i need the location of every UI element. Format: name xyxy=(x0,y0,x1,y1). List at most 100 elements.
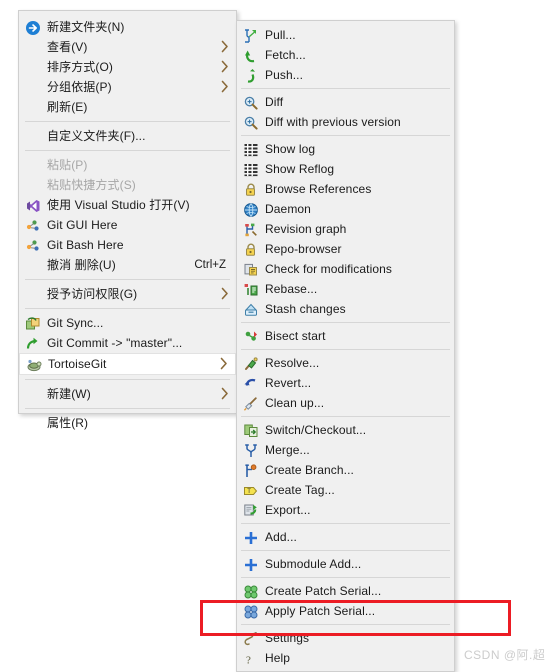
menu-item-rebase[interactable]: Rebase... xyxy=(237,279,454,299)
menu-item-create-tag[interactable]: T Create Tag... xyxy=(237,480,454,500)
menu-item-label: 自定义文件夹(F)... xyxy=(47,129,146,143)
menu-item-stash-changes[interactable]: Stash changes xyxy=(237,299,454,319)
menu-item-help[interactable]: ? Help xyxy=(237,648,454,668)
patch-green-icon xyxy=(241,583,261,599)
menu-item-repo-browser[interactable]: Repo-browser xyxy=(237,239,454,259)
menu-item-refresh[interactable]: 刷新(E) xyxy=(19,97,236,117)
menu-item-create-patch-serial[interactable]: Create Patch Serial... xyxy=(237,581,454,601)
menu-item-paste-shortcut: 粘贴快捷方式(S) xyxy=(19,175,236,195)
menu-item-group-by[interactable]: 分组依据(P) xyxy=(19,77,236,97)
help-icon: ? xyxy=(241,650,261,667)
no-icon xyxy=(23,415,43,431)
menu-item-settings[interactable]: Settings xyxy=(237,628,454,648)
menu-item-revision-graph[interactable]: Revision graph xyxy=(237,219,454,239)
menu-item-export[interactable]: Export... xyxy=(237,500,454,520)
menu-item-label: Revert... xyxy=(265,376,312,390)
menu-item-push[interactable]: Push... xyxy=(237,65,454,85)
menu-separator xyxy=(241,349,450,350)
menu-item-label: Stash changes xyxy=(265,302,346,316)
menu-item-label: Repo-browser xyxy=(265,242,342,256)
menu-item-label: 属性(R) xyxy=(47,416,89,430)
menu-item-label: Diff with previous version xyxy=(265,115,401,129)
svg-text:T: T xyxy=(247,489,251,495)
no-icon xyxy=(23,128,43,144)
menu-item-revert[interactable]: Revert... xyxy=(237,373,454,393)
menu-item-label: Revision graph xyxy=(265,222,347,236)
menu-item-open-with-vs[interactable]: 使用 Visual Studio 打开(V) xyxy=(19,195,236,215)
menu-item-label: Fetch... xyxy=(265,48,306,62)
menu-item-apply-patch-serial[interactable]: Apply Patch Serial... xyxy=(237,601,454,621)
menu-item-git-gui-here[interactable]: Git GUI Here xyxy=(19,215,236,235)
visual-studio-icon xyxy=(23,197,43,213)
menu-item-label: 排序方式(O) xyxy=(47,60,114,74)
menu-item-sort-by[interactable]: 排序方式(O) xyxy=(19,57,236,77)
menu-item-git-commit[interactable]: Git Commit -> "master"... xyxy=(19,333,236,353)
menu-item-undo-delete[interactable]: 撤消 删除(U) Ctrl+Z xyxy=(19,255,236,275)
menu-item-switch-checkout[interactable]: Switch/Checkout... xyxy=(237,420,454,440)
git-commit-icon xyxy=(23,335,43,351)
menu-item-properties[interactable]: 属性(R) xyxy=(19,413,236,433)
git-icon xyxy=(23,237,43,253)
menu-item-merge[interactable]: Merge... xyxy=(237,440,454,460)
menu-separator xyxy=(241,550,450,551)
menu-item-git-bash-here[interactable]: Git Bash Here xyxy=(19,235,236,255)
menu-item-clean-up[interactable]: Clean up... xyxy=(237,393,454,413)
menu-item-label: Clean up... xyxy=(265,396,325,410)
menu-item-label: About xyxy=(265,668,297,672)
menu-item-add[interactable]: Add... xyxy=(237,527,454,547)
menu-item-label: Diff xyxy=(265,95,284,109)
menu-item-fetch[interactable]: Fetch... xyxy=(237,45,454,65)
menu-item-view[interactable]: 查看(V) xyxy=(19,37,236,57)
menu-item-label: 授予访问权限(G) xyxy=(47,287,138,301)
menu-item-label: 查看(V) xyxy=(47,40,88,54)
no-icon xyxy=(23,177,43,193)
menu-item-label: Git Sync... xyxy=(47,316,104,330)
menu-item-grant-access[interactable]: 授予访问权限(G) xyxy=(19,284,236,304)
menu-item-label: Show log xyxy=(265,142,316,156)
folder-context-menu[interactable]: 新建文件夹(N) 查看(V) 排序方式(O) 分组依据(P) 刷新(E) 自定义文件夹(F… xyxy=(18,10,237,430)
globe-icon xyxy=(241,201,261,217)
menu-item-daemon[interactable]: Daemon xyxy=(237,199,454,219)
plus-icon xyxy=(241,529,261,545)
menu-separator xyxy=(241,416,450,417)
menu-item-diff-previous[interactable]: Diff with previous version xyxy=(237,112,454,132)
menu-item-new-folder[interactable]: 新建文件夹(N) xyxy=(19,17,236,37)
menu-item-git-sync[interactable]: Git Sync... xyxy=(19,313,236,333)
fetch-icon xyxy=(241,47,261,63)
menu-item-browse-references[interactable]: Browse References xyxy=(237,179,454,199)
chevron-right-icon xyxy=(220,357,228,370)
menu-item-label: TortoiseGit xyxy=(48,357,107,371)
menu-item-resolve[interactable]: Resolve... xyxy=(237,353,454,373)
menu-item-show-log[interactable]: Show log xyxy=(237,139,454,159)
tag-icon: T xyxy=(241,482,261,498)
new-folder-icon xyxy=(23,19,43,35)
menu-item-diff[interactable]: Diff xyxy=(237,92,454,112)
cleanup-icon xyxy=(241,395,261,411)
menu-item-label: Push... xyxy=(265,68,304,82)
menu-item-new[interactable]: 新建(W) xyxy=(19,384,236,404)
menu-item-label: Create Patch Serial... xyxy=(265,584,382,598)
menu-item-about[interactable]: About xyxy=(237,668,454,672)
menu-item-bisect-start[interactable]: Bisect start xyxy=(237,326,454,346)
branch-icon xyxy=(241,462,261,478)
menu-item-submodule-add[interactable]: Submodule Add... xyxy=(237,554,454,574)
menu-item-pull[interactable]: Pull... xyxy=(237,25,454,45)
menu-item-label: 使用 Visual Studio 打开(V) xyxy=(47,198,190,212)
log-icon xyxy=(241,161,261,177)
menu-item-customize-folder[interactable]: 自定义文件夹(F)... xyxy=(19,126,236,146)
menu-item-label: Git GUI Here xyxy=(47,218,118,232)
menu-item-check-modifications[interactable]: Check for modifications xyxy=(237,259,454,279)
menu-item-label: Daemon xyxy=(265,202,311,216)
diff-icon xyxy=(241,94,261,110)
menu-item-create-branch[interactable]: Create Branch... xyxy=(237,460,454,480)
menu-item-label: 刷新(E) xyxy=(47,100,88,114)
menu-item-label: Show Reflog xyxy=(265,162,335,176)
merge-icon xyxy=(241,442,261,458)
no-icon xyxy=(23,286,43,302)
menu-item-show-reflog[interactable]: Show Reflog xyxy=(237,159,454,179)
menu-item-tortoisegit[interactable]: TortoiseGit xyxy=(19,353,236,375)
menu-separator xyxy=(25,379,230,380)
rebase-icon xyxy=(241,281,261,297)
diff-icon xyxy=(241,114,261,130)
tortoisegit-submenu[interactable]: Pull... Fetch... Push... Diff Diff with prev… xyxy=(236,20,455,672)
